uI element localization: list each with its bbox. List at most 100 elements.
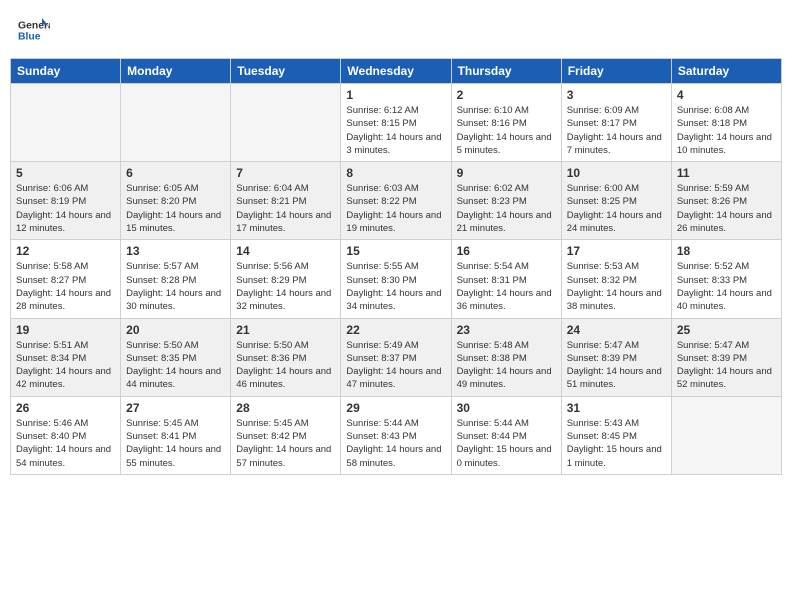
day-cell-16: 16 Sunrise: 5:54 AMSunset: 8:31 PMDayligh… (451, 240, 561, 318)
svg-text:Blue: Blue (18, 32, 41, 43)
day-number: 2 (457, 88, 556, 102)
cell-info: Sunrise: 6:08 AMSunset: 8:18 PMDaylight:… (677, 104, 776, 157)
empty-cell (121, 84, 231, 162)
cell-info: Sunrise: 5:56 AMSunset: 8:29 PMDaylight:… (236, 260, 335, 313)
day-number: 25 (677, 323, 776, 337)
day-number: 8 (346, 166, 445, 180)
day-number: 4 (677, 88, 776, 102)
day-cell-8: 8 Sunrise: 6:03 AMSunset: 8:22 PMDaylight… (341, 162, 451, 240)
day-cell-1: 1Sunrise: 6:12 AMSunset: 8:15 PMDaylight… (341, 84, 451, 162)
day-number: 10 (567, 166, 666, 180)
day-cell-5: 5 Sunrise: 6:06 AMSunset: 8:19 PMDaylight… (11, 162, 121, 240)
cell-info: Sunrise: 5:52 AMSunset: 8:33 PMDaylight:… (677, 260, 776, 313)
cell-info: Sunrise: 5:44 AMSunset: 8:43 PMDaylight:… (346, 417, 445, 470)
day-cell-23: 23 Sunrise: 5:48 AMSunset: 8:38 PMDayligh… (451, 318, 561, 396)
cell-info: Sunrise: 5:48 AMSunset: 8:38 PMDaylight:… (457, 339, 556, 392)
day-number: 31 (567, 401, 666, 415)
day-cell-31: 31 Sunrise: 5:43 AMSunset: 8:45 PMDayligh… (561, 396, 671, 474)
day-cell-2: 2 Sunrise: 6:10 AMSunset: 8:16 PMDaylight… (451, 84, 561, 162)
cell-info: Sunrise: 6:03 AMSunset: 8:22 PMDaylight:… (346, 182, 445, 235)
day-cell-13: 13Sunrise: 5:57 AMSunset: 8:28 PMDayligh… (121, 240, 231, 318)
week-row-1: 1Sunrise: 6:12 AMSunset: 8:15 PMDaylight… (11, 84, 782, 162)
week-row-5: 26Sunrise: 5:46 AMSunset: 8:40 PMDayligh… (11, 396, 782, 474)
cell-info: Sunrise: 6:00 AMSunset: 8:25 PMDaylight:… (567, 182, 666, 235)
cell-info: Sunrise: 5:51 AMSunset: 8:34 PMDaylight:… (16, 339, 115, 392)
day-number: 13 (126, 244, 225, 258)
day-cell-22: 22 Sunrise: 5:49 AMSunset: 8:37 PMDayligh… (341, 318, 451, 396)
day-number: 11 (677, 166, 776, 180)
logo-icon: General Blue (18, 14, 50, 46)
cell-info: Sunrise: 5:58 AMSunset: 8:27 PMDaylight:… (16, 260, 115, 313)
day-cell-17: 17Sunrise: 5:53 AMSunset: 8:32 PMDayligh… (561, 240, 671, 318)
day-number: 23 (457, 323, 556, 337)
weekday-sunday: Sunday (11, 59, 121, 84)
day-cell-10: 10 Sunrise: 6:00 AMSunset: 8:25 PMDayligh… (561, 162, 671, 240)
week-row-2: 5 Sunrise: 6:06 AMSunset: 8:19 PMDaylight… (11, 162, 782, 240)
cell-info: Sunrise: 5:49 AMSunset: 8:37 PMDaylight:… (346, 339, 445, 392)
day-cell-26: 26Sunrise: 5:46 AMSunset: 8:40 PMDayligh… (11, 396, 121, 474)
weekday-friday: Friday (561, 59, 671, 84)
day-number: 17 (567, 244, 666, 258)
cell-info: Sunrise: 5:47 AMSunset: 8:39 PMDaylight:… (567, 339, 666, 392)
day-number: 27 (126, 401, 225, 415)
day-number: 16 (457, 244, 556, 258)
day-cell-9: 9 Sunrise: 6:02 AMSunset: 8:23 PMDaylight… (451, 162, 561, 240)
cell-info: Sunrise: 5:47 AMSunset: 8:39 PMDaylight:… (677, 339, 776, 392)
day-cell-20: 20Sunrise: 5:50 AMSunset: 8:35 PMDayligh… (121, 318, 231, 396)
day-number: 29 (346, 401, 445, 415)
weekday-saturday: Saturday (671, 59, 781, 84)
week-row-4: 19 Sunrise: 5:51 AMSunset: 8:34 PMDayligh… (11, 318, 782, 396)
cell-info: Sunrise: 6:10 AMSunset: 8:16 PMDaylight:… (457, 104, 556, 157)
day-number: 3 (567, 88, 666, 102)
cell-info: Sunrise: 6:02 AMSunset: 8:23 PMDaylight:… (457, 182, 556, 235)
day-number: 28 (236, 401, 335, 415)
cell-info: Sunrise: 5:54 AMSunset: 8:31 PMDaylight:… (457, 260, 556, 313)
day-cell-21: 21 Sunrise: 5:50 AMSunset: 8:36 PMDayligh… (231, 318, 341, 396)
day-number: 9 (457, 166, 556, 180)
cell-info: Sunrise: 6:06 AMSunset: 8:19 PMDaylight:… (16, 182, 115, 235)
logo: General Blue (18, 14, 54, 46)
day-number: 14 (236, 244, 335, 258)
empty-cell (11, 84, 121, 162)
day-number: 5 (16, 166, 115, 180)
cell-info: Sunrise: 6:05 AMSunset: 8:20 PMDaylight:… (126, 182, 225, 235)
day-number: 1 (346, 88, 445, 102)
day-cell-12: 12 Sunrise: 5:58 AMSunset: 8:27 PMDayligh… (11, 240, 121, 318)
cell-info: Sunrise: 5:59 AMSunset: 8:26 PMDaylight:… (677, 182, 776, 235)
weekday-tuesday: Tuesday (231, 59, 341, 84)
day-number: 19 (16, 323, 115, 337)
empty-cell (231, 84, 341, 162)
day-cell-30: 30Sunrise: 5:44 AMSunset: 8:44 PMDayligh… (451, 396, 561, 474)
day-cell-19: 19 Sunrise: 5:51 AMSunset: 8:34 PMDayligh… (11, 318, 121, 396)
cell-info: Sunrise: 5:50 AMSunset: 8:36 PMDaylight:… (236, 339, 335, 392)
cell-info: Sunrise: 5:55 AMSunset: 8:30 PMDaylight:… (346, 260, 445, 313)
day-cell-15: 15Sunrise: 5:55 AMSunset: 8:30 PMDayligh… (341, 240, 451, 318)
week-row-3: 12 Sunrise: 5:58 AMSunset: 8:27 PMDayligh… (11, 240, 782, 318)
day-cell-28: 28 Sunrise: 5:45 AMSunset: 8:42 PMDayligh… (231, 396, 341, 474)
page-header: General Blue (10, 10, 782, 50)
day-cell-6: 6 Sunrise: 6:05 AMSunset: 8:20 PMDaylight… (121, 162, 231, 240)
weekday-thursday: Thursday (451, 59, 561, 84)
day-number: 6 (126, 166, 225, 180)
day-cell-29: 29 Sunrise: 5:44 AMSunset: 8:43 PMDayligh… (341, 396, 451, 474)
day-cell-14: 14 Sunrise: 5:56 AMSunset: 8:29 PMDayligh… (231, 240, 341, 318)
day-cell-11: 11 Sunrise: 5:59 AMSunset: 8:26 PMDayligh… (671, 162, 781, 240)
cell-info: Sunrise: 5:45 AMSunset: 8:42 PMDaylight:… (236, 417, 335, 470)
day-cell-7: 7 Sunrise: 6:04 AMSunset: 8:21 PMDaylight… (231, 162, 341, 240)
cell-info: Sunrise: 6:04 AMSunset: 8:21 PMDaylight:… (236, 182, 335, 235)
day-number: 22 (346, 323, 445, 337)
weekday-wednesday: Wednesday (341, 59, 451, 84)
cell-info: Sunrise: 5:43 AMSunset: 8:45 PMDaylight:… (567, 417, 666, 470)
day-number: 7 (236, 166, 335, 180)
cell-info: Sunrise: 5:45 AMSunset: 8:41 PMDaylight:… (126, 417, 225, 470)
cell-info: Sunrise: 5:44 AMSunset: 8:44 PMDaylight:… (457, 417, 556, 470)
day-number: 26 (16, 401, 115, 415)
day-cell-25: 25 Sunrise: 5:47 AMSunset: 8:39 PMDayligh… (671, 318, 781, 396)
day-number: 20 (126, 323, 225, 337)
day-number: 12 (16, 244, 115, 258)
day-number: 21 (236, 323, 335, 337)
day-number: 24 (567, 323, 666, 337)
day-number: 18 (677, 244, 776, 258)
day-cell-27: 27 Sunrise: 5:45 AMSunset: 8:41 PMDayligh… (121, 396, 231, 474)
weekday-header-row: SundayMondayTuesdayWednesdayThursdayFrid… (11, 59, 782, 84)
